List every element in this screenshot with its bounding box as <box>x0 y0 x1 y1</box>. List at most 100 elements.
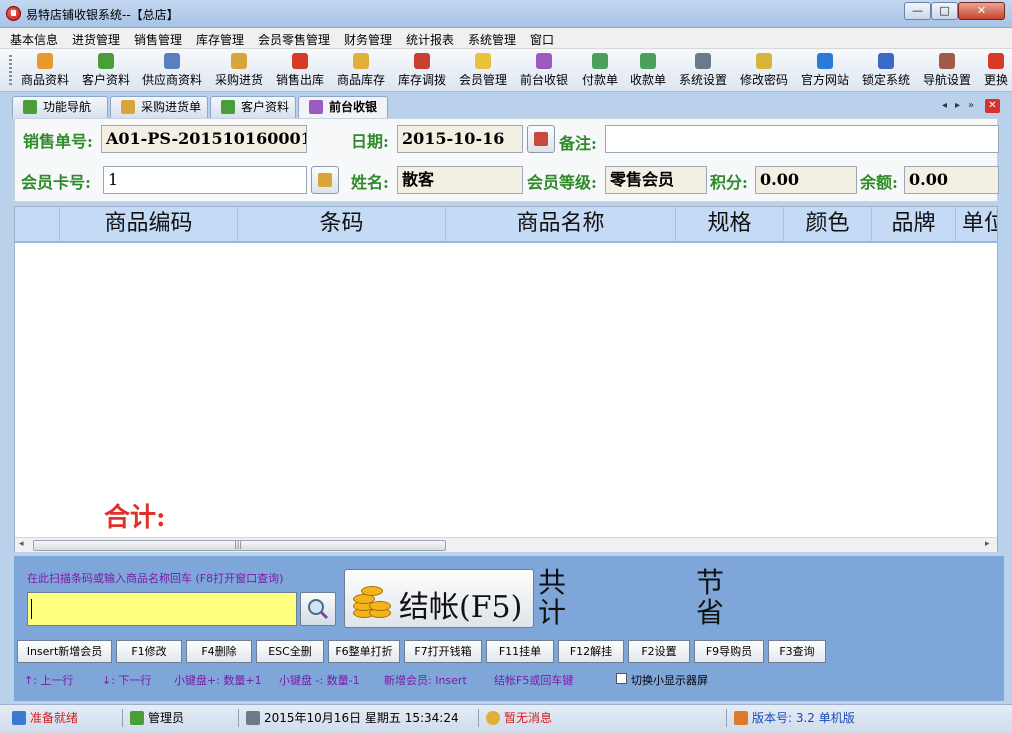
col-color[interactable]: 颜色 <box>784 207 872 241</box>
maximize-button[interactable]: □ <box>931 2 958 20</box>
barcode-input[interactable] <box>27 592 297 626</box>
status-ready: 准备就绪 <box>12 709 78 727</box>
switch-display-label: 切换小显示器屏 <box>631 674 708 687</box>
col-product-name[interactable]: 商品名称 <box>446 207 676 241</box>
card-no-label: 会员卡号: <box>21 173 91 192</box>
tool-stock[interactable]: 商品库存 <box>337 53 385 89</box>
balance-field[interactable]: 0.00 <box>904 166 999 194</box>
balance-label: 余额: <box>860 173 898 192</box>
menu-sales[interactable]: 销售管理 <box>134 31 182 48</box>
date-field[interactable]: 2015-10-16 <box>397 125 523 153</box>
tab-next-icon[interactable]: ▸ <box>955 100 960 111</box>
scroll-right-icon[interactable]: ▸ <box>985 539 990 549</box>
supplier-icon <box>164 53 180 69</box>
open-drawer-button[interactable]: F7打开钱箱 <box>404 640 482 663</box>
checkout-button[interactable]: 结帐(F5) <box>344 569 534 628</box>
status-divider <box>726 709 727 727</box>
col-brand[interactable]: 品牌 <box>872 207 956 241</box>
tool-receipt[interactable]: 收款单 <box>630 53 666 89</box>
scroll-left-icon[interactable]: ◂ <box>19 539 24 549</box>
toolbar-grip[interactable] <box>9 55 12 87</box>
order-no-field[interactable]: A01-PS-201510160001 <box>101 125 307 153</box>
tab-prev-icon[interactable]: ◂ <box>942 100 947 111</box>
tool-website[interactable]: 官方网站 <box>801 53 849 89</box>
tool-customer[interactable]: 客户资料 <box>82 53 130 89</box>
delete-button[interactable]: F4删除 <box>186 640 252 663</box>
tab-cashier[interactable]: 前台收银 <box>298 96 388 118</box>
tool-purchase[interactable]: 采购进货 <box>215 53 263 89</box>
remark-field[interactable] <box>605 125 999 153</box>
col-indicator[interactable] <box>15 207 60 241</box>
horizontal-scrollbar[interactable]: ◂ ||| ▸ <box>15 537 997 552</box>
salesperson-button[interactable]: F9导购员 <box>694 640 764 663</box>
menu-inventory[interactable]: 库存管理 <box>196 31 244 48</box>
edit-button[interactable]: F1修改 <box>116 640 182 663</box>
tab-strip: 功能导航 采购进货单 客户资料 前台收银 ◂ ▸ » <box>0 92 1012 118</box>
points-label: 积分: <box>710 173 748 192</box>
saved-amount-label: 节省 <box>696 566 725 629</box>
member-icon <box>475 53 491 69</box>
sales-out-icon <box>292 53 308 69</box>
close-window-button[interactable]: ✕ <box>958 2 1005 20</box>
receipt-icon <box>640 53 656 69</box>
tool-switch[interactable]: 更换 <box>984 53 1008 89</box>
tab-customer[interactable]: 客户资料 <box>210 96 296 118</box>
order-discount-button[interactable]: F6整单打折 <box>328 640 400 663</box>
purchase-icon <box>231 53 247 69</box>
payment-icon <box>592 53 608 69</box>
tool-sales-out[interactable]: 销售出库 <box>276 53 324 89</box>
smiley-icon <box>486 711 500 725</box>
tool-password[interactable]: 修改密码 <box>740 53 788 89</box>
tab-function-nav[interactable]: 功能导航 <box>12 96 108 118</box>
window-titlebar[interactable]: 易特店铺收银系统--【总店】 — □ ✕ <box>0 0 1012 28</box>
settings-button[interactable]: F2设置 <box>628 640 690 663</box>
switch-display-checkbox[interactable] <box>616 673 627 684</box>
close-tab-icon[interactable]: ✕ <box>985 99 1000 113</box>
status-message[interactable]: 暂无消息 <box>486 709 552 727</box>
col-barcode[interactable]: 条码 <box>238 207 446 241</box>
points-field[interactable]: 0.00 <box>755 166 857 194</box>
tool-lock[interactable]: 锁定系统 <box>862 53 910 89</box>
member-lookup-button[interactable] <box>311 166 339 194</box>
clear-all-button[interactable]: ESC全删 <box>256 640 324 663</box>
scroll-thumb[interactable]: ||| <box>33 540 446 551</box>
tool-payment[interactable]: 付款单 <box>582 53 618 89</box>
tab-purchase-order[interactable]: 采购进货单 <box>110 96 208 118</box>
minimize-button[interactable]: — <box>904 2 931 20</box>
menu-basic-info[interactable]: 基本信息 <box>10 31 58 48</box>
menu-window[interactable]: 窗口 <box>530 31 554 48</box>
switch-icon <box>988 53 1004 69</box>
name-field[interactable]: 散客 <box>397 166 523 194</box>
tool-transfer[interactable]: 库存调拨 <box>398 53 446 89</box>
menu-reports[interactable]: 统计报表 <box>406 31 454 48</box>
settings-icon <box>695 53 711 69</box>
tool-member[interactable]: 会员管理 <box>459 53 507 89</box>
date-label: 日期: <box>351 132 389 151</box>
date-picker-button[interactable] <box>527 125 555 153</box>
level-field[interactable]: 零售会员 <box>605 166 707 194</box>
resume-order-button[interactable]: F12解挂 <box>558 640 624 663</box>
tool-supplier[interactable]: 供应商资料 <box>142 53 202 89</box>
tab-more-icon[interactable]: » <box>968 100 974 111</box>
tool-nav-settings[interactable]: 导航设置 <box>923 53 971 89</box>
hold-order-button[interactable]: F11挂单 <box>486 640 554 663</box>
new-member-button[interactable]: Insert新增会员 <box>17 640 112 663</box>
col-unit[interactable]: 单位 <box>956 207 997 241</box>
product-search-button[interactable] <box>300 592 336 626</box>
query-button[interactable]: F3查询 <box>768 640 826 663</box>
calendar-icon <box>534 132 548 146</box>
product-icon <box>37 53 53 69</box>
menu-purchase[interactable]: 进货管理 <box>72 31 120 48</box>
tool-cashier[interactable]: 前台收银 <box>520 53 568 89</box>
card-no-field[interactable]: 1 <box>103 166 307 194</box>
sale-items-grid[interactable]: 商品编码 条码 商品名称 规格 颜色 品牌 单位 合计: ◂ ||| ▸ <box>14 206 998 552</box>
menu-finance[interactable]: 财务管理 <box>344 31 392 48</box>
menu-member-retail[interactable]: 会员零售管理 <box>258 31 330 48</box>
menu-system[interactable]: 系统管理 <box>468 31 516 48</box>
customer-icon <box>98 53 114 69</box>
tool-product[interactable]: 商品资料 <box>21 53 69 89</box>
sale-header-form: 销售单号: A01-PS-201510160001 日期: 2015-10-16… <box>14 118 999 202</box>
col-spec[interactable]: 规格 <box>676 207 784 241</box>
col-product-code[interactable]: 商品编码 <box>60 207 238 241</box>
tool-settings[interactable]: 系统设置 <box>679 53 727 89</box>
